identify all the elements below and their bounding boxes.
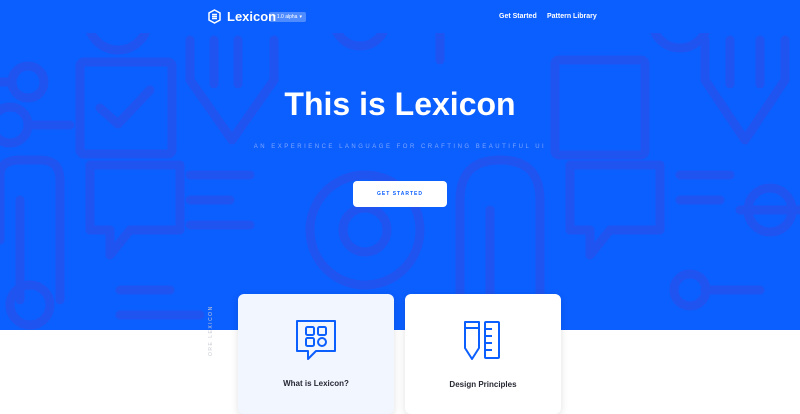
lexicon-logo-icon[interactable] [207,9,222,24]
card-title: Design Principles [449,380,517,389]
card-title: What is Lexicon? [283,379,349,388]
hero-background-pattern [0,0,800,330]
card-what-is-lexicon[interactable]: What is Lexicon? [238,294,394,414]
chevron-down-icon: ▾ [299,14,302,20]
hero-section: This is Lexicon AN EXPERIENCE LANGUAGE F… [0,0,800,330]
get-started-button[interactable]: GET STARTED [353,181,447,207]
top-navbar: Lexicon v 1.0 alpha ▾ Get Started Pattern… [0,0,800,33]
version-dropdown[interactable]: v 1.0 alpha ▾ [269,12,306,22]
version-label: v 1.0 alpha [273,14,298,20]
pencil-ruler-icon [464,321,500,360]
card-design-principles[interactable]: Design Principles [405,294,561,414]
hero-subtitle: AN EXPERIENCE LANGUAGE FOR CRAFTING BEAU… [253,144,547,150]
chat-grid-icon [296,320,336,360]
hero-title: This is Lexicon [284,86,516,122]
nav-link-get-started[interactable]: Get Started [499,12,537,22]
side-section-label: ORE LEXICON [208,305,214,356]
nav-link-pattern-library[interactable]: Pattern Library [547,12,597,22]
